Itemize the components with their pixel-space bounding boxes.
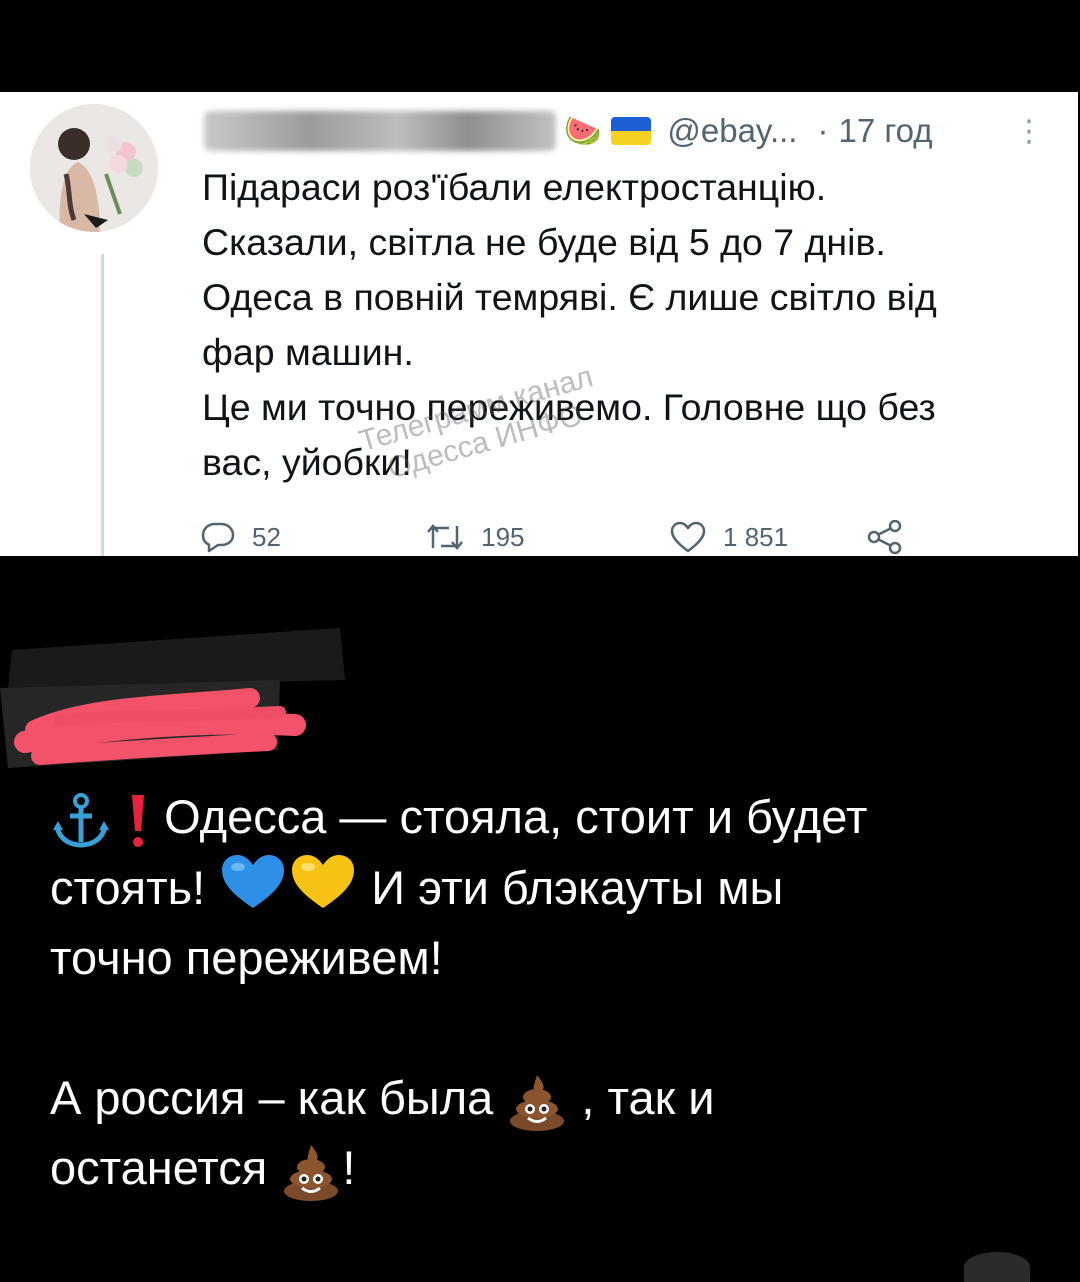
tweet-line: Це ми точно переживемо. Головне що без (202, 386, 936, 428)
post-line: А россия – как была , так и (50, 1063, 1050, 1133)
anchor-icon (53, 792, 109, 848)
reply-count: 52 (252, 521, 281, 552)
redaction-scribble (0, 628, 345, 768)
ukraine-flag-icon (611, 117, 652, 145)
poop-icon (284, 1144, 339, 1201)
tweet-body: Підараси роз'їбали електростанцію. Сказа… (202, 160, 1062, 490)
tweet-handle[interactable]: @ebay... (667, 112, 797, 150)
thread-line (101, 254, 104, 556)
more-options-icon[interactable]: ⋮ (1014, 114, 1044, 149)
post-line: останется ! (50, 1133, 1050, 1203)
channel-post: Одесса — стояла, стоит и будет стоять! И… (50, 782, 1050, 1203)
post-text: А россия – как была (50, 1071, 494, 1124)
post-text: , так и (581, 1071, 715, 1124)
post-line: Одесса — стояла, стоит и будет (50, 782, 1050, 852)
watermelon-icon: 🍉 (564, 114, 602, 148)
tweet-actions: 52 195 1 851 (200, 512, 920, 556)
post-line: точно переживем! (50, 931, 443, 984)
tweet-time[interactable]: 17 год (838, 112, 932, 150)
retweet-count: 195 (481, 521, 525, 552)
heart-icon (670, 521, 706, 553)
tweet-header: 🍉 @ebay... · 17 год ⋮ (204, 106, 1044, 156)
avatar[interactable] (30, 104, 158, 232)
tweet-line: Одеса в повній темряві. Є лише світло ві… (202, 276, 937, 318)
tweet-line: фар машин. (202, 331, 414, 373)
yellow-heart-icon (292, 855, 355, 908)
reply-icon (201, 522, 235, 553)
like-count: 1 851 (723, 521, 789, 552)
retweet-icon (427, 524, 464, 550)
post-line: стоять! И эти блэкауты мы (50, 852, 1050, 923)
post-text: Одесса — стояла, стоит и будет (164, 790, 868, 843)
exclamation-icon (132, 794, 145, 847)
blurred-display-name (204, 111, 556, 151)
post-text: останется (50, 1141, 268, 1194)
poop-icon (510, 1074, 565, 1131)
retweet-button[interactable]: 195 (425, 520, 669, 554)
tweet-line: вас, уйобки! (202, 441, 412, 483)
blue-heart-icon (222, 855, 285, 908)
share-icon (867, 520, 902, 554)
post-spacer (50, 993, 1050, 1063)
reply-button[interactable]: 52 (200, 520, 425, 554)
like-button[interactable]: 1 851 (669, 520, 866, 554)
tweet-line: Сказали, світла не буде від 5 до 7 днів. (202, 221, 886, 263)
post-text: стоять! (50, 861, 206, 914)
share-button[interactable] (866, 520, 920, 554)
tweet-screenshot: 🍉 @ebay... · 17 год ⋮ Підараси роз'їбали… (0, 92, 1078, 556)
scroll-button-peek[interactable] (964, 1252, 1030, 1282)
post-text: И эти блэкауты мы (371, 861, 784, 914)
tweet-line: Підараси роз'їбали електростанцію. (202, 166, 827, 208)
post-text: ! (342, 1141, 356, 1194)
separator-dot: · (817, 112, 829, 149)
